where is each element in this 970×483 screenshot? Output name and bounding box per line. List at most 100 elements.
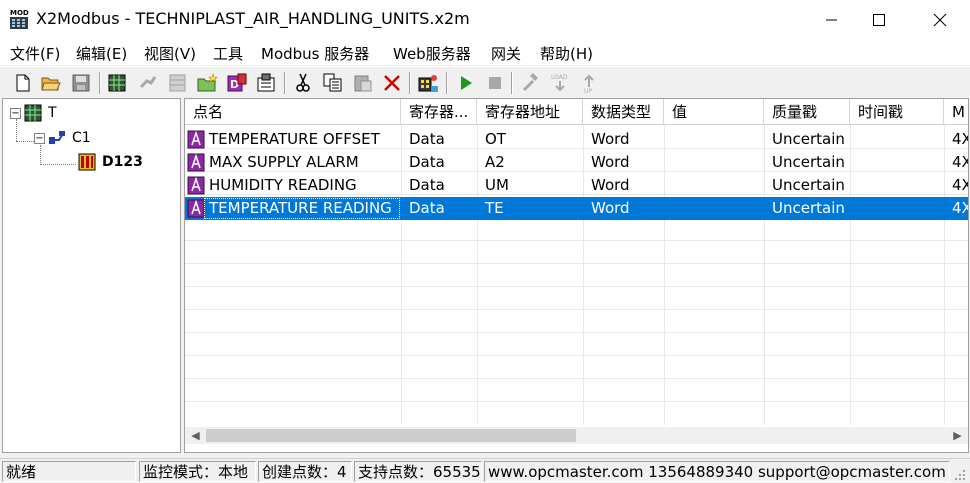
menu-tools[interactable]: 工具 [213, 43, 243, 64]
cut-button[interactable] [292, 72, 314, 94]
grid-icon [108, 74, 126, 92]
grid-line [185, 286, 968, 287]
menu-view[interactable]: 视图(V) [144, 43, 196, 64]
horizontal-scrollbar[interactable]: ◀ ▶ [185, 427, 968, 444]
scrollbar-thumb[interactable] [206, 429, 576, 442]
svg-text:UP: UP [584, 88, 592, 93]
new-file-icon [16, 74, 30, 92]
new-device-button[interactable] [137, 72, 159, 94]
tree-node-channel[interactable]: − C1 [34, 129, 91, 147]
cell-address: UM [485, 176, 509, 194]
column-header-type[interactable]: 数据类型 [583, 99, 664, 125]
menu-modbus-server[interactable]: Modbus 服务器 [261, 43, 369, 64]
table-row[interactable]: MAX SUPPLY ALARM Data A2 Word Uncertain … [185, 151, 968, 174]
status-supported-count: 支持点数：65535 [354, 461, 482, 482]
column-header-quality[interactable]: 质量戳 [764, 99, 850, 125]
close-button[interactable] [917, 0, 963, 40]
table-row[interactable]: HUMIDITY READING Data UM Word Uncertain … [185, 174, 968, 197]
hammer-icon [522, 73, 538, 92]
paste-button[interactable] [352, 72, 374, 94]
new-button[interactable] [12, 72, 34, 94]
copy-button[interactable] [322, 72, 344, 94]
column-header-name[interactable]: 点名 [185, 99, 401, 125]
new-channel-button[interactable] [107, 72, 129, 94]
tag-db-button[interactable]: D [226, 72, 248, 94]
copy-icon [323, 73, 342, 92]
svg-text:MOD: MOD [10, 9, 29, 17]
scroll-left-icon[interactable]: ◀ [187, 427, 204, 444]
cell-value [666, 151, 764, 174]
cell-m: 4X [952, 130, 968, 148]
database-icon: D [227, 73, 247, 92]
app-window: MOD X2Modbus - TECHNIPLAST_AIR_HANDLING_… [0, 0, 970, 483]
resize-grip-icon[interactable] [953, 468, 967, 482]
tree-connector [40, 164, 76, 165]
cell-quality: Uncertain [772, 130, 845, 148]
start-button[interactable] [455, 72, 477, 94]
column-header-value[interactable]: 值 [664, 99, 764, 125]
menu-bar: 文件(F) 编辑(E) 视图(V) 工具 Modbus 服务器 Web服务器 网… [0, 40, 970, 65]
minimize-button[interactable] [809, 0, 855, 40]
cell-address: TE [485, 199, 504, 217]
tree-device-label: D123 [102, 154, 143, 170]
add-button[interactable] [197, 72, 219, 94]
new-tag-button[interactable] [167, 72, 189, 94]
table-row[interactable]: TEMPERATURE OFFSET Data OT Word Uncertai… [185, 128, 968, 151]
properties-button[interactable] [255, 72, 277, 94]
open-button[interactable] [40, 72, 62, 94]
upload-button[interactable]: UP [578, 72, 600, 94]
cell-timestamp [852, 151, 944, 174]
cell-m: 4X [952, 176, 968, 194]
window-title: X2Modbus - TECHNIPLAST_AIR_HANDLING_UNIT… [36, 9, 470, 28]
menu-help[interactable]: 帮助(H) [540, 43, 593, 64]
tree-connector [16, 119, 17, 141]
column-header-timestamp[interactable]: 时间戳 [850, 99, 944, 125]
toolbar-separator [99, 72, 101, 94]
collapse-icon[interactable]: − [34, 132, 45, 144]
folder-star-icon [197, 73, 218, 92]
delete-button[interactable] [381, 72, 403, 94]
cell-timestamp [852, 197, 944, 220]
tag-list: 点名 寄存器... 寄存器地址 数据类型 值 质量戳 时间戳 M TEMPERA… [184, 98, 969, 453]
app-icon: MOD [9, 8, 29, 29]
channel-connector-icon [49, 131, 65, 144]
play-icon [461, 76, 472, 90]
tools-button[interactable] [520, 72, 542, 94]
svg-text:LOAD: LOAD [551, 74, 568, 81]
column-header-register[interactable]: 寄存器... [401, 99, 477, 125]
cell-type: Word [591, 199, 630, 217]
cell-type: Word [591, 153, 630, 171]
scroll-right-icon[interactable]: ▶ [949, 427, 966, 444]
menu-web-server[interactable]: Web服务器 [393, 43, 471, 64]
save-icon [72, 74, 90, 92]
load-button[interactable]: LOAD [549, 72, 571, 94]
delete-icon [384, 75, 400, 91]
cell-name: MAX SUPPLY ALARM [209, 153, 359, 171]
menu-gateway[interactable]: 网关 [491, 43, 521, 64]
cell-quality: Uncertain [772, 153, 845, 171]
tree-node-device[interactable]: D123 [78, 153, 143, 171]
cell-quality: Uncertain [772, 176, 845, 194]
tree-connector [16, 141, 36, 142]
maximize-button[interactable] [856, 0, 902, 40]
monitor-button[interactable] [417, 72, 439, 94]
menu-edit[interactable]: 编辑(E) [76, 43, 127, 64]
table-disabled-icon [169, 74, 186, 92]
status-mode: 监控模式：本地 [139, 461, 256, 482]
upload-icon: UP [584, 74, 594, 93]
menu-file[interactable]: 文件(F) [10, 43, 60, 64]
save-button[interactable] [70, 72, 92, 94]
project-tree: − T − C1 D123 [2, 98, 181, 453]
cell-timestamp [852, 174, 944, 197]
tree-connector [40, 145, 41, 165]
column-header-m[interactable]: M [944, 99, 968, 125]
collapse-icon[interactable]: − [10, 107, 21, 119]
table-row-selected[interactable]: TEMPERATURE READING Data TE Word Uncerta… [185, 197, 968, 220]
column-header-address[interactable]: 寄存器地址 [477, 99, 583, 125]
tree-node-root[interactable]: − T [10, 104, 57, 122]
grid-line [185, 401, 968, 402]
stop-button[interactable] [484, 72, 506, 94]
cell-address: A2 [485, 153, 505, 171]
cell-value [666, 174, 764, 197]
cell-type: Word [591, 130, 630, 148]
